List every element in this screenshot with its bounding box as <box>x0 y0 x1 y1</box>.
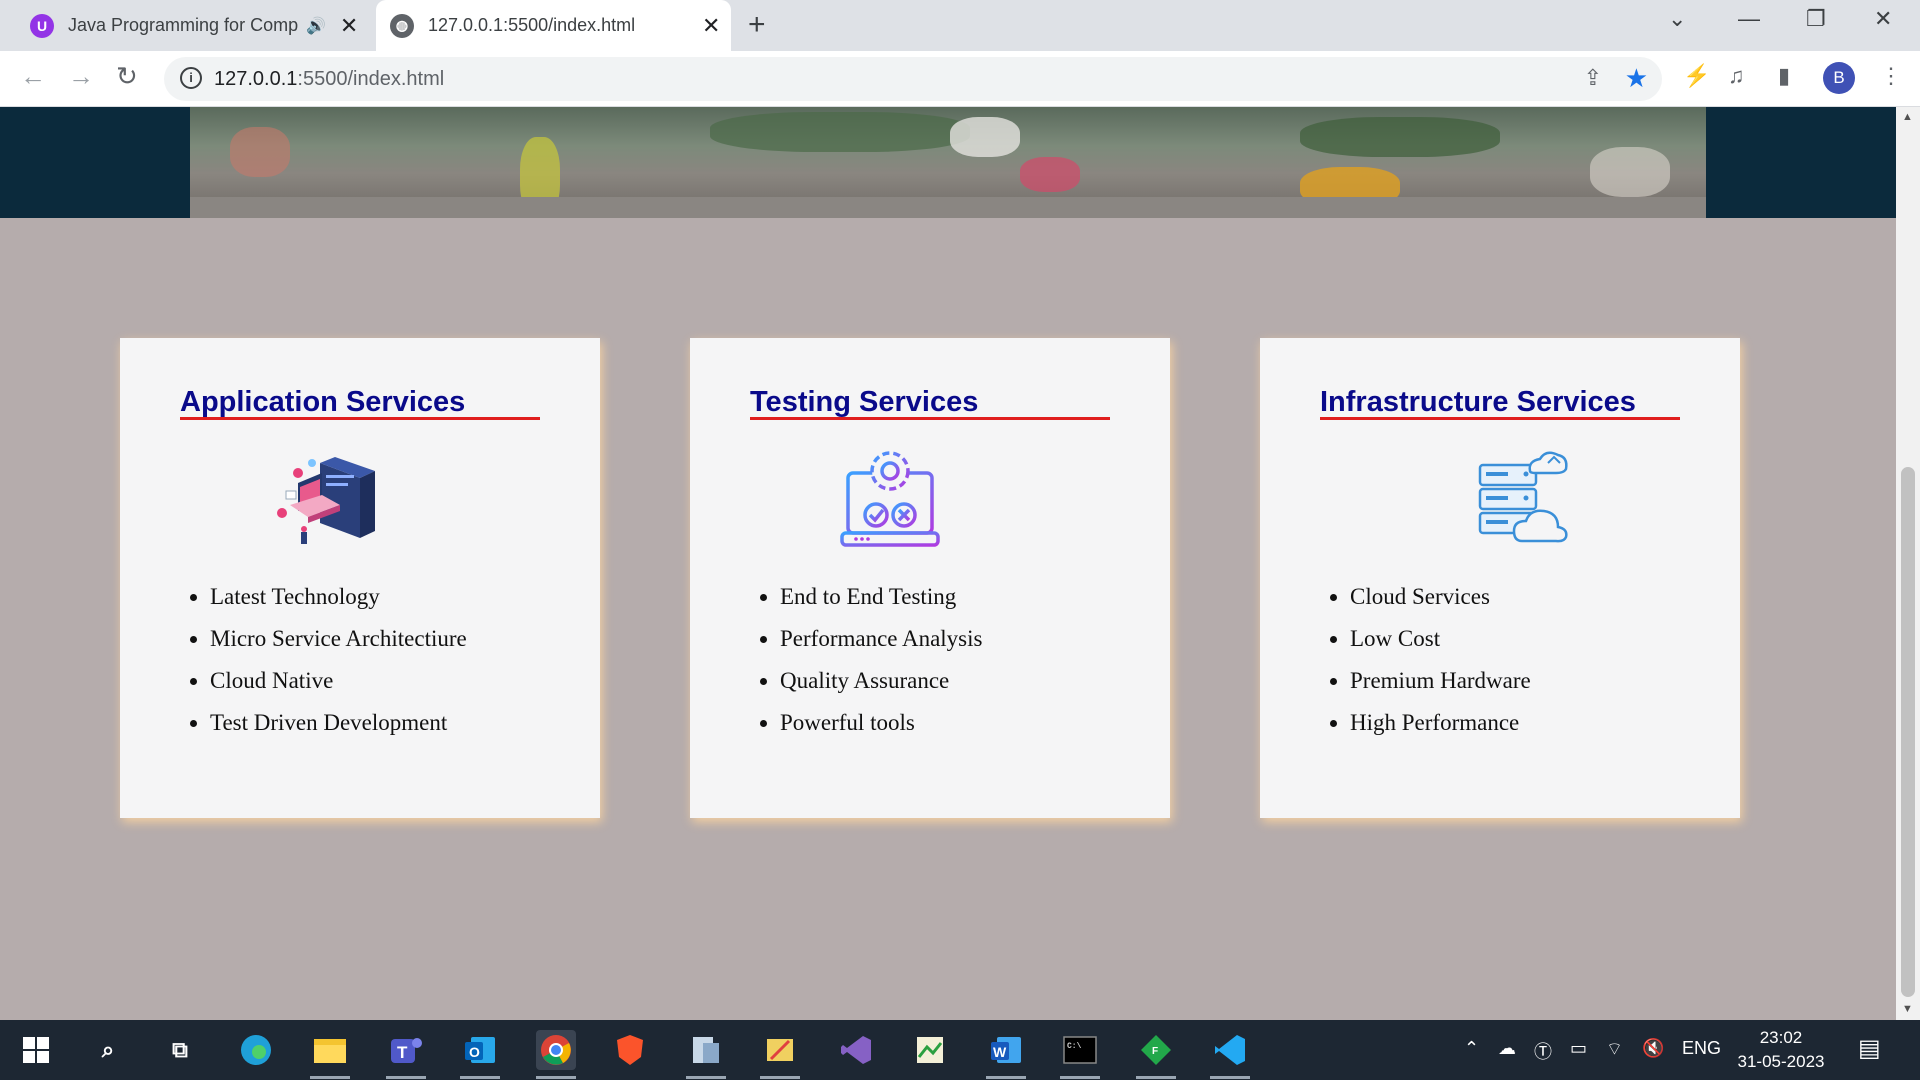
feature-list: Latest Technology Micro Service Architec… <box>210 576 467 744</box>
windows-taskbar: ⌕ ⧉ T O W C:\ F ⌃ ☁ Ⓣ ▭ ⌔ 🔇 ENG 23:02 31… <box>0 1020 1920 1080</box>
new-tab-button[interactable]: + <box>748 8 766 42</box>
list-item: High Performance <box>1350 702 1531 744</box>
svg-text:C:\: C:\ <box>1067 1042 1082 1051</box>
browser-toolbar: ← → ↻ i 127.0.0.1:5500/index.html ⇪ ★ ⚡ … <box>0 51 1920 107</box>
media-control-icon[interactable]: ♫ <box>1728 63 1745 89</box>
site-info-icon[interactable]: i <box>180 67 202 89</box>
tray-app-icon[interactable]: ☁ <box>1498 1038 1516 1059</box>
task-view-icon[interactable]: ⧉ <box>160 1030 200 1070</box>
tab-title: Java Programming for Comp <box>68 15 298 35</box>
svg-text:T: T <box>397 1043 408 1062</box>
battery-icon[interactable]: ▭ <box>1570 1038 1587 1059</box>
service-card-application: Application Services Latest Technology M… <box>120 338 600 818</box>
performance-icon[interactable]: ⚡ <box>1683 63 1710 89</box>
vertical-scrollbar[interactable]: ▲ ▼ <box>1896 107 1920 1020</box>
app-icon[interactable] <box>686 1030 726 1070</box>
bookmark-star-icon[interactable]: ★ <box>1625 63 1648 94</box>
list-item: Cloud Native <box>210 660 467 702</box>
card-title: Infrastructure Services <box>1320 386 1636 418</box>
brave-icon[interactable] <box>610 1030 650 1070</box>
hero-banner <box>0 107 1896 218</box>
wifi-icon[interactable]: ⌔ <box>1606 1038 1623 1061</box>
list-item: Performance Analysis <box>780 618 982 660</box>
edge-icon[interactable] <box>236 1030 276 1070</box>
url-path: :5500/index.html <box>297 68 445 90</box>
share-icon[interactable]: ⇪ <box>1584 65 1602 91</box>
app-icon[interactable] <box>760 1030 800 1070</box>
chrome-icon[interactable] <box>536 1030 576 1070</box>
udemy-favicon-icon: U <box>30 13 54 38</box>
svg-text:O: O <box>469 1044 480 1060</box>
scroll-up-arrow-icon[interactable]: ▲ <box>1902 111 1913 123</box>
vscode-icon[interactable] <box>1210 1030 1250 1070</box>
close-tab-icon[interactable]: ✕ <box>702 13 720 39</box>
server-cloud-icon <box>1478 451 1568 543</box>
card-title: Testing Services <box>750 386 979 418</box>
notifications-icon[interactable]: ▤ <box>1858 1034 1881 1063</box>
restore-button[interactable]: ❐ <box>1806 6 1826 32</box>
word-icon[interactable]: W <box>986 1030 1026 1070</box>
side-panel-icon[interactable]: ▮ <box>1778 63 1790 89</box>
globe-favicon-icon: ◍ <box>390 13 414 38</box>
list-item: Latest Technology <box>210 576 467 618</box>
menu-kebab-icon[interactable]: ⋮ <box>1880 63 1902 89</box>
title-underline <box>1320 417 1680 420</box>
system-clock[interactable]: 23:02 31-05-2023 <box>1734 1026 1828 1074</box>
tab-localhost[interactable]: ◍ 127.0.0.1:5500/index.html ✕ <box>376 0 731 51</box>
title-underline <box>750 417 1110 420</box>
close-window-button[interactable]: ✕ <box>1874 6 1892 32</box>
scroll-down-arrow-icon[interactable]: ▼ <box>1902 1003 1913 1015</box>
list-item: Cloud Services <box>1350 576 1531 618</box>
profile-avatar[interactable]: B <box>1823 62 1855 94</box>
forward-button[interactable]: → <box>68 61 94 92</box>
audio-playing-icon[interactable]: 🔊 <box>306 16 326 36</box>
address-bar[interactable]: i 127.0.0.1:5500/index.html ⇪ ★ <box>164 57 1662 101</box>
svg-text:F: F <box>1152 1046 1158 1057</box>
start-icon[interactable] <box>16 1030 56 1070</box>
teams-icon[interactable]: T <box>386 1030 426 1070</box>
list-item: Micro Service Architectiure <box>210 618 467 660</box>
card-title: Application Services <box>180 386 466 418</box>
developer-isometric-icon <box>277 457 375 544</box>
url-host: 127.0.0.1 <box>214 68 298 90</box>
tab-title: 127.0.0.1:5500/index.html <box>428 15 636 35</box>
volume-muted-icon[interactable]: 🔇 <box>1642 1038 1664 1059</box>
clock-date: 31-05-2023 <box>1737 1052 1825 1071</box>
hero-street-image <box>190 107 1706 218</box>
app-icon[interactable] <box>910 1030 950 1070</box>
service-card-testing: Testing Services End to End Testing <box>690 338 1170 818</box>
tab-java-programming[interactable]: U Java Programming for Comp 🔊 ✕ <box>22 0 368 51</box>
svg-text:W: W <box>993 1044 1007 1060</box>
list-item: Powerful tools <box>780 702 982 744</box>
testing-gear-laptop-icon <box>840 451 940 547</box>
list-item: Premium Hardware <box>1350 660 1531 702</box>
search-icon[interactable]: ⌕ <box>88 1030 128 1070</box>
list-item: End to End Testing <box>780 576 982 618</box>
app-icon[interactable]: F <box>1136 1030 1176 1070</box>
show-hidden-icons-icon[interactable]: ⌃ <box>1464 1038 1479 1059</box>
feature-list: End to End Testing Performance Analysis … <box>780 576 982 744</box>
back-button[interactable]: ← <box>20 61 46 92</box>
title-underline <box>180 417 540 420</box>
scrollbar-thumb[interactable] <box>1901 467 1915 997</box>
page-viewport: Application Services Latest Technology M… <box>0 107 1920 1020</box>
outlook-icon[interactable]: O <box>460 1030 500 1070</box>
service-card-infrastructure: Infrastructure Services Cloud Services L… <box>1260 338 1740 818</box>
reload-button[interactable]: ↻ <box>116 61 138 92</box>
terminal-icon[interactable]: C:\ <box>1060 1030 1100 1070</box>
language-indicator[interactable]: ENG <box>1682 1038 1721 1059</box>
close-tab-icon[interactable]: ✕ <box>340 13 358 39</box>
clock-time: 23:02 <box>1759 1028 1803 1047</box>
minimize-button[interactable]: — <box>1738 6 1760 32</box>
teams-tray-icon[interactable]: Ⓣ <box>1534 1038 1552 1064</box>
tab-search-icon[interactable]: ⌄ <box>1668 6 1686 32</box>
list-item: Quality Assurance <box>780 660 982 702</box>
visual-studio-icon[interactable] <box>836 1030 876 1070</box>
url-text[interactable]: 127.0.0.1:5500/index.html <box>214 68 444 91</box>
file-explorer-icon[interactable] <box>310 1030 350 1070</box>
list-item: Low Cost <box>1350 618 1531 660</box>
browser-tab-strip: U Java Programming for Comp 🔊 ✕ ◍ 127.0.… <box>0 0 1920 51</box>
feature-list: Cloud Services Low Cost Premium Hardware… <box>1350 576 1531 744</box>
list-item: Test Driven Development <box>210 702 467 744</box>
